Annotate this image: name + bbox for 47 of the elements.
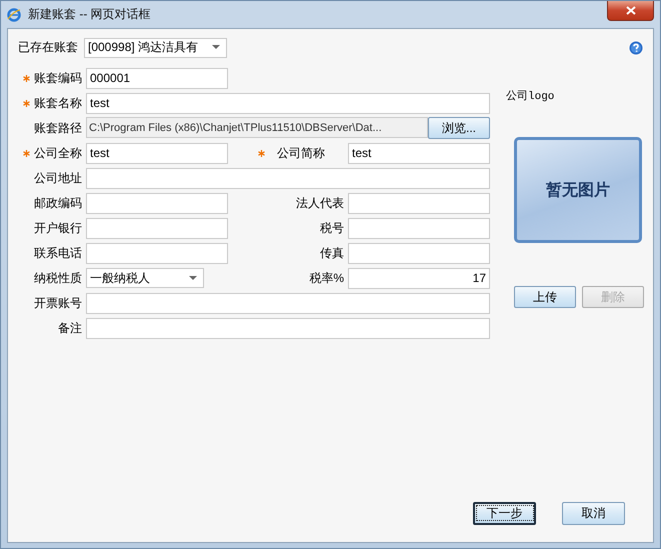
input-field[interactable] [86,218,228,238]
close-icon [626,6,636,15]
tax-type-dropdown[interactable]: 一般纳税人 [86,268,204,288]
field-label: 联系电话 [34,244,82,262]
logo-image-field: 暂无图片 [514,137,642,243]
logo-button[interactable]: 上传 [514,286,576,308]
dialog-button[interactable]: 下一步 [473,502,536,525]
logo-label: 公司logo [506,89,554,103]
caret-icon [189,276,197,280]
field-label: 备注 [58,320,82,336]
help-icon[interactable] [629,40,643,54]
input-field[interactable] [86,242,228,264]
account-dropdown[interactable]: [000998] 鸿达洁具有 [84,38,227,58]
input-field[interactable]: test [86,142,228,164]
field-label: 税号 [320,220,344,236]
input-field[interactable] [86,318,490,338]
field-label: 已存在账套 [18,39,79,56]
dialog-button[interactable]: 取消 [562,502,625,525]
input-field[interactable] [348,242,490,264]
input-field[interactable] [348,192,490,214]
field-label: 开户银行 [34,220,82,236]
input-field[interactable] [348,218,490,238]
field-label: 法人代表 [296,194,344,212]
browse-button[interactable]: 浏览... [428,117,490,139]
browser-icon [7,8,21,22]
field-label: 纳税性质 [34,270,82,286]
window-title: 新建账套 -- 网页对话框 [28,6,151,23]
field-label: 账套路径 [34,120,82,136]
input-field[interactable]: test [348,142,490,164]
field-label: 账套名称 [34,94,82,112]
input-field[interactable]: test [86,92,490,114]
field-label: 开票账号 [34,294,82,312]
input-field[interactable] [86,192,228,214]
field-label: 公司全称 [34,144,82,162]
field-label: 传真 [320,244,344,262]
field-label: 公司地址 [34,170,82,186]
path-field[interactable]: C:\Program Files (x86)\Chanjet\TPlus11510\DBServer\Dat... [86,117,428,138]
field-label: 公司简称 [277,144,325,162]
field-label: 邮政编码 [34,194,82,212]
field-label: 税率% [309,270,344,286]
caret-icon [212,45,220,50]
input-field[interactable] [86,292,490,314]
close-button[interactable] [607,1,654,21]
input-field[interactable] [86,168,490,188]
field-label: 账套编码 [34,70,82,86]
input-field[interactable]: 17 [348,268,490,288]
input-field[interactable]: 000001 [86,68,228,88]
